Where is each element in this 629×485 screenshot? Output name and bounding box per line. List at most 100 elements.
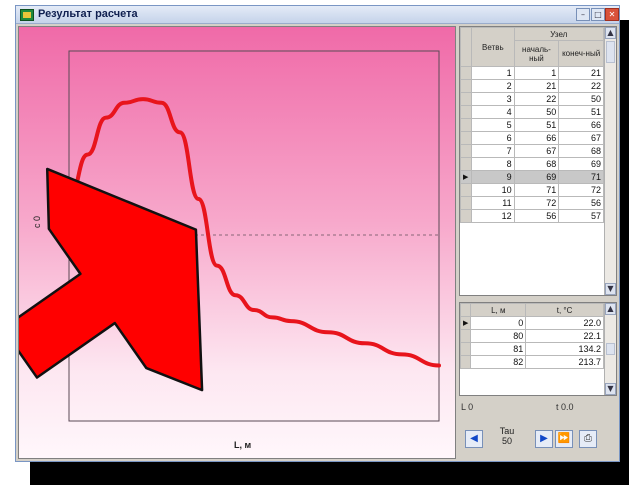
branch-cell[interactable]: 8 <box>471 157 515 171</box>
profile-scrollbar[interactable]: ▲ ▼ <box>604 303 616 395</box>
branch-column-header[interactable]: Ветвь <box>471 27 515 67</box>
print-button[interactable]: ⎙ <box>579 430 597 448</box>
branch-cell[interactable]: 7 <box>471 144 515 158</box>
start-node-cell[interactable]: 1 <box>513 66 560 80</box>
row-selector[interactable] <box>459 118 473 132</box>
table-row[interactable]: 8 68 69 <box>459 157 604 171</box>
branch-cell[interactable]: 1 <box>471 66 515 80</box>
maximize-button[interactable]: □ <box>591 8 605 21</box>
end-node-cell[interactable]: 57 <box>558 209 604 223</box>
table-row[interactable]: 5 51 66 <box>459 118 604 132</box>
start-node-cell[interactable]: 72 <box>513 196 560 210</box>
end-node-cell[interactable]: 72 <box>558 183 604 197</box>
length-cell[interactable]: 0 <box>470 316 527 330</box>
row-selector[interactable] <box>459 105 473 119</box>
branch-cell[interactable]: 3 <box>471 92 515 106</box>
start-node-cell[interactable]: 22 <box>513 92 560 106</box>
end-node-cell[interactable]: 51 <box>558 105 604 119</box>
end-node-cell[interactable]: 69 <box>558 157 604 171</box>
row-selector[interactable] <box>459 342 472 356</box>
start-node-cell[interactable]: 67 <box>513 144 560 158</box>
prev-step-button[interactable]: ◀ <box>465 430 483 448</box>
temperature-cell[interactable]: 213.7 <box>525 355 604 369</box>
table-row[interactable]: ▶ 9 69 71 <box>459 170 604 184</box>
last-step-button[interactable]: ⏩ <box>555 430 573 448</box>
start-node-header[interactable]: началь-ный <box>513 40 560 67</box>
table-row[interactable]: 3 22 50 <box>459 92 604 106</box>
branch-cell[interactable]: 9 <box>471 170 515 184</box>
table-row[interactable]: 82 213.7 <box>459 355 604 369</box>
temperature-cell[interactable]: 134.2 <box>525 342 604 356</box>
row-selector[interactable] <box>459 183 473 197</box>
title-bar[interactable]: Результат расчета – □ ✕ <box>16 6 619 24</box>
start-node-cell[interactable]: 50 <box>513 105 560 119</box>
temperature-column-header[interactable]: t, °C <box>525 303 604 317</box>
length-column-header[interactable]: L, м <box>470 303 527 317</box>
row-selector[interactable] <box>459 144 473 158</box>
end-node-cell[interactable]: 68 <box>558 144 604 158</box>
temperature-cell[interactable]: 22.1 <box>525 329 604 343</box>
scroll-up-icon[interactable]: ▲ <box>605 27 616 39</box>
row-selector[interactable] <box>459 92 473 106</box>
scroll-up-icon[interactable]: ▲ <box>605 303 616 315</box>
start-node-cell[interactable]: 69 <box>513 170 560 184</box>
end-node-cell[interactable]: 66 <box>558 118 604 132</box>
branch-cell[interactable]: 10 <box>471 183 515 197</box>
table-row[interactable]: 80 22.1 <box>459 329 604 343</box>
branches-scrollbar[interactable]: ▲ ▼ <box>604 27 616 295</box>
row-selector[interactable] <box>459 196 473 210</box>
table-row[interactable]: 12 56 57 <box>459 209 604 223</box>
table-row[interactable]: ▶ 0 22.0 <box>459 316 604 330</box>
row-selector[interactable] <box>459 157 473 171</box>
start-node-cell[interactable]: 66 <box>513 131 560 145</box>
table-row[interactable]: 81 134.2 <box>459 342 604 356</box>
row-selector[interactable] <box>459 66 473 80</box>
row-selector[interactable] <box>459 131 473 145</box>
end-node-cell[interactable]: 56 <box>558 196 604 210</box>
length-cell[interactable]: 82 <box>470 355 527 369</box>
row-selector[interactable] <box>459 209 473 223</box>
branch-cell[interactable]: 4 <box>471 105 515 119</box>
table-row[interactable]: 11 72 56 <box>459 196 604 210</box>
end-node-header[interactable]: конеч-ный <box>558 40 604 67</box>
end-node-cell[interactable]: 71 <box>558 170 604 184</box>
start-node-cell[interactable]: 56 <box>513 209 560 223</box>
row-selector[interactable] <box>459 79 473 93</box>
branch-cell[interactable]: 5 <box>471 118 515 132</box>
end-node-cell[interactable]: 50 <box>558 92 604 106</box>
end-node-cell[interactable]: 22 <box>558 79 604 93</box>
row-selector[interactable]: ▶ <box>459 170 473 184</box>
profile-grid[interactable]: L, м t, °C ▶ 0 22.0 80 22.1 81 134.2 82 213.7 ▲ … <box>459 302 617 396</box>
scroll-thumb[interactable] <box>606 343 615 355</box>
table-row[interactable]: 10 71 72 <box>459 183 604 197</box>
branch-cell[interactable]: 6 <box>471 131 515 145</box>
start-node-cell[interactable]: 68 <box>513 157 560 171</box>
start-node-cell[interactable]: 21 <box>513 79 560 93</box>
end-node-cell[interactable]: 67 <box>558 131 604 145</box>
row-selector[interactable] <box>459 355 472 369</box>
temperature-cell[interactable]: 22.0 <box>525 316 604 330</box>
table-row[interactable]: 7 67 68 <box>459 144 604 158</box>
minimize-button[interactable]: – <box>576 8 590 21</box>
branch-cell[interactable]: 11 <box>471 196 515 210</box>
length-cell[interactable]: 80 <box>470 329 527 343</box>
length-cell[interactable]: 81 <box>470 342 527 356</box>
scroll-thumb[interactable] <box>606 41 615 63</box>
table-row[interactable]: 1 1 21 <box>459 66 604 80</box>
branch-cell[interactable]: 12 <box>471 209 515 223</box>
row-selector[interactable]: ▶ <box>459 316 472 330</box>
scroll-down-icon[interactable]: ▼ <box>605 283 616 295</box>
start-node-cell[interactable]: 51 <box>513 118 560 132</box>
node-column-header[interactable]: Узел <box>513 27 605 41</box>
close-button[interactable]: ✕ <box>605 8 619 21</box>
branch-cell[interactable]: 2 <box>471 79 515 93</box>
start-node-cell[interactable]: 71 <box>513 183 560 197</box>
next-step-button[interactable]: ▶ <box>535 430 553 448</box>
scroll-down-icon[interactable]: ▼ <box>605 383 616 395</box>
branches-grid[interactable]: Ветвь Узел началь-ный конеч-ный 1 1 21 2 21 2… <box>459 26 617 296</box>
table-row[interactable]: 2 21 22 <box>459 79 604 93</box>
table-row[interactable]: 4 50 51 <box>459 105 604 119</box>
row-selector[interactable] <box>459 329 472 343</box>
end-node-cell[interactable]: 21 <box>558 66 604 80</box>
table-row[interactable]: 6 66 67 <box>459 131 604 145</box>
